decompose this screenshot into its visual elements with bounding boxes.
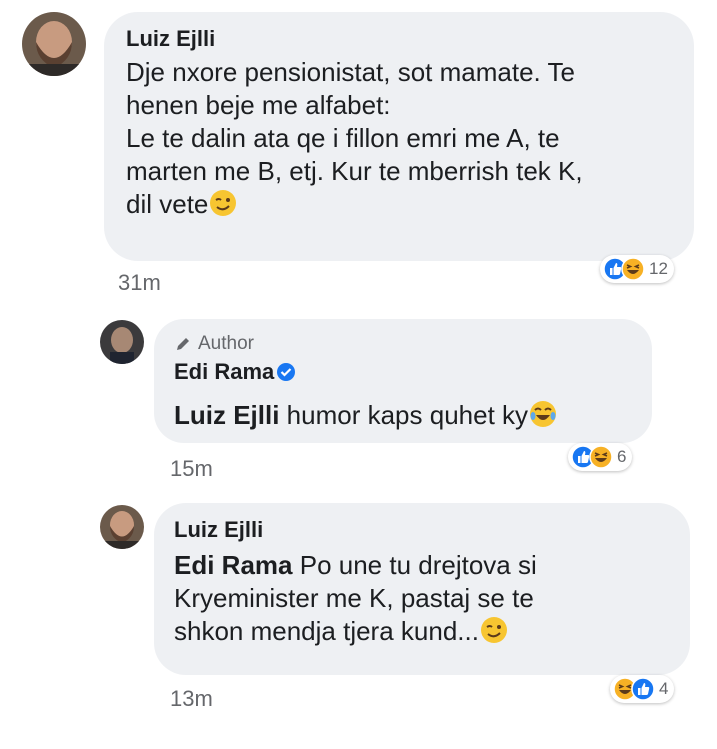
comment-line: shkon mendja tjera kund... <box>174 616 479 647</box>
comment-text: Dje nxore pensionistat, sot mamate. Te h… <box>126 56 686 221</box>
avatar-photo <box>100 320 144 364</box>
mention-link[interactable]: Edi Rama <box>174 550 293 580</box>
pencil-icon <box>177 338 189 350</box>
comment-line: Dje nxore pensionistat, sot mamate. Te <box>126 57 575 87</box>
reactions-summary[interactable]: 6 <box>568 443 633 471</box>
comment-timestamp[interactable]: 13m <box>170 686 213 712</box>
avatar-photo <box>100 505 144 549</box>
avatar[interactable] <box>100 320 144 364</box>
comment-line: Kryeminister me K, pastaj se te <box>174 583 534 614</box>
comment-text: Luiz Ejlli humor kaps quhet ky <box>174 399 558 432</box>
comment-line: Le te dalin ata qe i fillon emri me A, t… <box>126 123 560 154</box>
comment-line: dil vete <box>126 189 209 220</box>
wink-emoji-icon <box>480 617 507 644</box>
comment-line: marten me B, etj. Kur te mberrish tek K, <box>126 156 583 187</box>
mention-link[interactable]: Luiz Ejlli <box>174 400 279 430</box>
haha-icon <box>589 445 613 469</box>
comment-author[interactable]: Edi Rama <box>174 359 274 384</box>
comment-line: Po une tu drejtova si <box>292 550 537 580</box>
like-icon <box>631 677 655 701</box>
author-badge-label: Author <box>198 333 254 354</box>
comment-line: humor kaps quhet ky <box>279 400 529 430</box>
comment-bubble: Luiz Ejlli Dje nxore pensionistat, sot m… <box>104 12 694 261</box>
reaction-count: 12 <box>649 259 668 278</box>
comment-bubble: Author Edi Rama Luiz Ejlli humor kaps qu… <box>154 319 652 443</box>
comment-timestamp[interactable]: 15m <box>170 456 213 482</box>
reactions-summary[interactable]: 4 <box>610 675 675 703</box>
avatar[interactable] <box>100 505 144 549</box>
tears-of-joy-emoji-icon <box>530 401 557 427</box>
avatar-photo <box>22 12 86 76</box>
reactions-summary[interactable]: 12 <box>600 255 674 283</box>
wink-emoji-icon <box>210 190 237 217</box>
verified-badge-icon <box>277 363 296 381</box>
avatar[interactable] <box>22 12 86 76</box>
comment-author[interactable]: Luiz Ejlli <box>174 517 263 543</box>
comment-bubble: Luiz Ejlli Edi Rama Po une tu drejtova s… <box>154 503 690 675</box>
reaction-count: 6 <box>617 447 627 466</box>
haha-icon <box>621 257 645 281</box>
comment-author[interactable]: Luiz Ejlli <box>126 26 215 52</box>
comment-timestamp[interactable]: 31m <box>118 270 161 296</box>
author-badge: Author <box>174 333 254 355</box>
comment-line: henen beje me alfabet: <box>126 90 391 121</box>
comment-text: Edi Rama Po une tu drejtova si Kryeminis… <box>174 549 684 648</box>
reaction-count: 4 <box>659 679 669 698</box>
